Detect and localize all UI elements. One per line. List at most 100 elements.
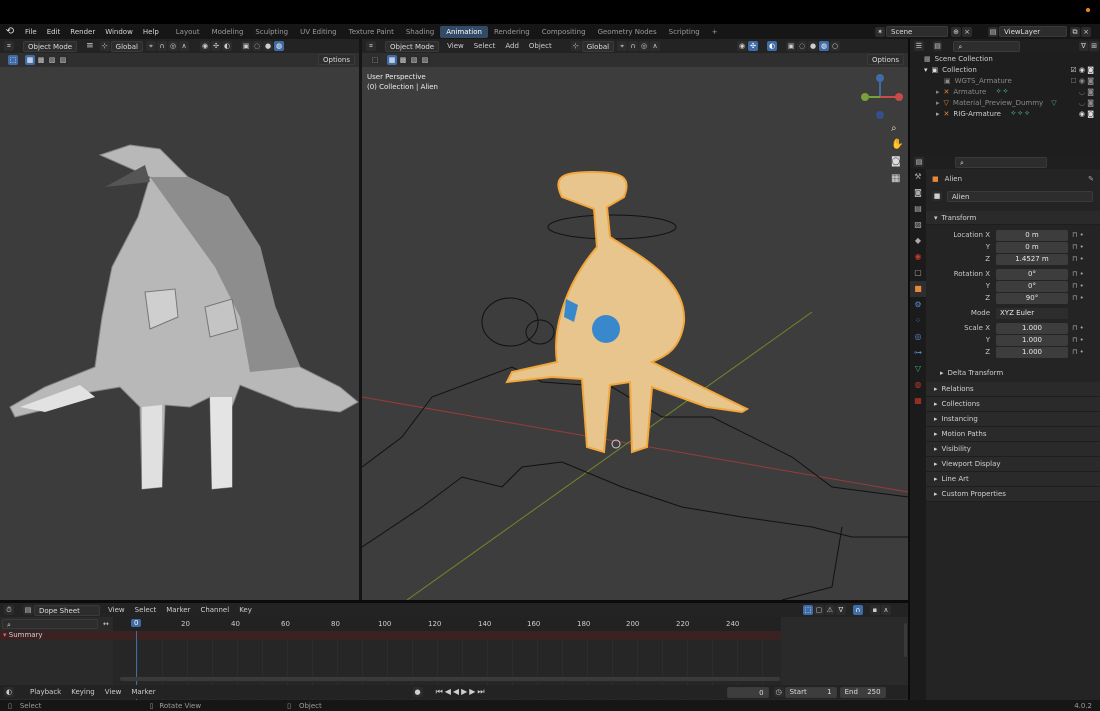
hamburger-icon[interactable]: ≡ <box>86 41 94 51</box>
tab-animation[interactable]: Animation <box>440 25 488 38</box>
tl-menu-keying[interactable]: Keying <box>66 688 100 696</box>
pin-scene-icon[interactable]: ⊕ <box>951 26 961 37</box>
ds-menu-select[interactable]: Select <box>130 606 162 614</box>
tab-data-icon[interactable]: ▽ <box>910 361 926 377</box>
tab-texture-paint[interactable]: Texture Paint <box>343 26 400 38</box>
ds-menu-view[interactable]: View <box>103 606 130 614</box>
main-select-box-icon[interactable]: ▦ <box>387 55 397 65</box>
main-select-extend-icon[interactable]: ▩ <box>398 55 408 65</box>
material-visibility-icons[interactable]: ◡ ◙ <box>1079 99 1094 107</box>
new-collection-icon[interactable]: ⊞ <box>1089 41 1099 51</box>
outliner-display-icon[interactable]: ▤ <box>932 41 943 51</box>
main-solid-icon[interactable]: ● <box>808 41 819 51</box>
main-viewport[interactable]: User Perspective (0) Collection | Alien … <box>362 67 908 600</box>
lock-location-y-icon[interactable]: ⊓ • <box>1072 243 1084 251</box>
scale-y-field[interactable]: 1.000 <box>996 334 1068 346</box>
expand-arrow-icon[interactable]: ▾ <box>924 66 928 74</box>
solid-shading-icon[interactable]: ● <box>263 41 273 51</box>
dopesheet-vertical-scrollbar[interactable] <box>904 623 907 657</box>
lock-location-x-icon[interactable]: ⊓ • <box>1072 231 1084 239</box>
scene-collection-row[interactable]: ▦ Scene Collection <box>910 53 1100 64</box>
only-selected-icon[interactable]: ⬚ <box>802 605 813 615</box>
lock-rotation-z-icon[interactable]: ⊓ • <box>1072 294 1084 302</box>
tab-rendering[interactable]: Rendering <box>488 26 536 38</box>
outliner-row-material-dummy[interactable]: ▸ ▽ Material_Preview_Dummy ▽ ◡ ◙ <box>910 97 1100 108</box>
select-box-icon[interactable]: ▦ <box>25 55 35 65</box>
outliner-editor-icon[interactable]: ☰ <box>914 41 924 51</box>
outliner-search-input[interactable]: ⌕ <box>953 40 1020 52</box>
xray-icon[interactable]: ▣ <box>241 41 251 51</box>
tab-world-icon[interactable]: ◉ <box>910 249 926 265</box>
main-snap-icon[interactable]: ∩ <box>628 41 639 51</box>
navigation-gizmo[interactable] <box>857 72 903 124</box>
main-menu-add[interactable]: Add <box>500 42 524 50</box>
main-options-dropdown[interactable]: Options <box>867 54 905 65</box>
view-layer-field[interactable]: ViewLayer <box>999 26 1067 37</box>
panel-viewport-display[interactable]: ▸ Viewport Display <box>926 457 1100 472</box>
wireframe-shading-icon[interactable]: ◌ <box>252 41 262 51</box>
frame-ruler[interactable]: 0 20 40 60 80 100 120 140 160 180 200 22… <box>113 617 781 631</box>
summary-channel[interactable]: ▾ Summary <box>0 631 781 640</box>
tab-scripting[interactable]: Scripting <box>663 26 706 38</box>
tab-layout[interactable]: Layout <box>170 26 206 38</box>
copy-layer-icon[interactable]: ⧉ <box>1070 26 1080 37</box>
main-proportional-icon[interactable]: ◎ <box>639 41 650 51</box>
panel-collections[interactable]: ▸ Collections <box>926 397 1100 412</box>
collection-visibility-icons[interactable]: ☑ ◉ ◙ <box>1070 66 1094 74</box>
record-icon[interactable]: ● <box>412 687 423 697</box>
tl-menu-view[interactable]: View <box>100 688 127 696</box>
current-frame-marker[interactable]: 0 <box>131 619 142 627</box>
pan-view-icon[interactable]: ✋ <box>891 139 903 150</box>
properties-tab-icons[interactable]: ⚒ ◙ ▤ ▨ ◆ ◉ ▢ ■ ⚙ ⁘ ◎ ⊶ ▽ ◍ ▦ <box>910 169 926 409</box>
properties-search-input[interactable]: ⌕ <box>955 156 1047 168</box>
select-invert-icon[interactable]: ▨ <box>58 55 68 65</box>
panel-custom-properties[interactable]: ▸ Custom Properties <box>926 487 1100 502</box>
main-wireframe-icon[interactable]: ◌ <box>797 41 808 51</box>
start-frame-field[interactable]: Start 1 <box>784 686 837 698</box>
tab-shading[interactable]: Shading <box>400 26 440 38</box>
left-viewport[interactable] <box>0 67 359 600</box>
main-select-subtract-icon[interactable]: ▧ <box>409 55 419 65</box>
outliner-row-wgts[interactable]: ▣ WGTS_Armature ☐ ◉ ◙ <box>910 75 1100 86</box>
main-pivot-icon[interactable]: ⌖ <box>617 41 628 51</box>
rig-visibility-icons[interactable]: ◉ ◙ <box>1079 110 1094 118</box>
lock-scale-y-icon[interactable]: ⊓ • <box>1072 336 1084 344</box>
ds-snap-icon[interactable]: ∩ <box>852 605 863 615</box>
ds-proportional-icon[interactable]: ▪ <box>869 605 880 615</box>
gizmo-icon[interactable]: ✣ <box>211 41 221 51</box>
tl-menu-playback[interactable]: Playback <box>25 688 66 696</box>
main-menu-select[interactable]: Select <box>469 42 501 50</box>
menu-render[interactable]: Render <box>65 28 100 36</box>
menu-edit[interactable]: Edit <box>42 28 66 36</box>
ds-menu-key[interactable]: Key <box>234 606 257 614</box>
select-extend-icon[interactable]: ▩ <box>36 55 46 65</box>
main-select-tool-icon[interactable]: ⬚ <box>370 55 380 65</box>
menu-help[interactable]: Help <box>138 28 164 36</box>
tab-collection-icon[interactable]: ▢ <box>910 265 926 281</box>
ds-filter-icon[interactable]: ∇ <box>835 605 846 615</box>
scene-field[interactable]: Scene <box>886 26 948 37</box>
object-name-field[interactable]: Alien <box>947 190 1093 202</box>
left-orientation-dropdown[interactable]: Global <box>110 40 143 52</box>
tab-render-icon[interactable]: ◙ <box>910 185 926 201</box>
clock-icon[interactable]: ◷ <box>773 687 784 697</box>
close-layer-icon[interactable]: × <box>1081 26 1091 37</box>
transform-panel-header[interactable]: ▾ Transform <box>926 211 1100 225</box>
properties-editor-icon[interactable]: ▤ <box>914 157 924 167</box>
current-frame-field[interactable]: 0 <box>726 686 769 698</box>
editor-type-icon[interactable]: ⌗ <box>4 41 14 51</box>
tab-view-layer-icon[interactable]: ▨ <box>910 217 926 233</box>
menu-file[interactable]: File <box>20 28 42 36</box>
scale-z-field[interactable]: 1.000 <box>996 346 1068 358</box>
outliner-row-rig[interactable]: ▸ ✕ RIG-Armature ⟡ ⟡ ⟡ ◉ ◙ <box>910 108 1100 119</box>
delta-transform-row[interactable]: ▸ Delta Transform <box>926 366 1100 380</box>
tab-modeling[interactable]: Modeling <box>206 26 250 38</box>
dopesheet-editor-icon[interactable]: ⏱ <box>4 605 14 615</box>
tab-particles-icon[interactable]: ⁘ <box>910 313 926 329</box>
falloff-icon[interactable]: ∧ <box>179 41 189 51</box>
panel-line-art[interactable]: ▸ Line Art <box>926 472 1100 487</box>
main-orientation-dropdown[interactable]: Global <box>581 40 615 52</box>
main-xray-icon[interactable]: ▣ <box>786 41 797 51</box>
blender-logo-icon[interactable]: ⟲ <box>0 26 20 37</box>
camera-view-icon[interactable]: ◙ <box>891 156 901 167</box>
